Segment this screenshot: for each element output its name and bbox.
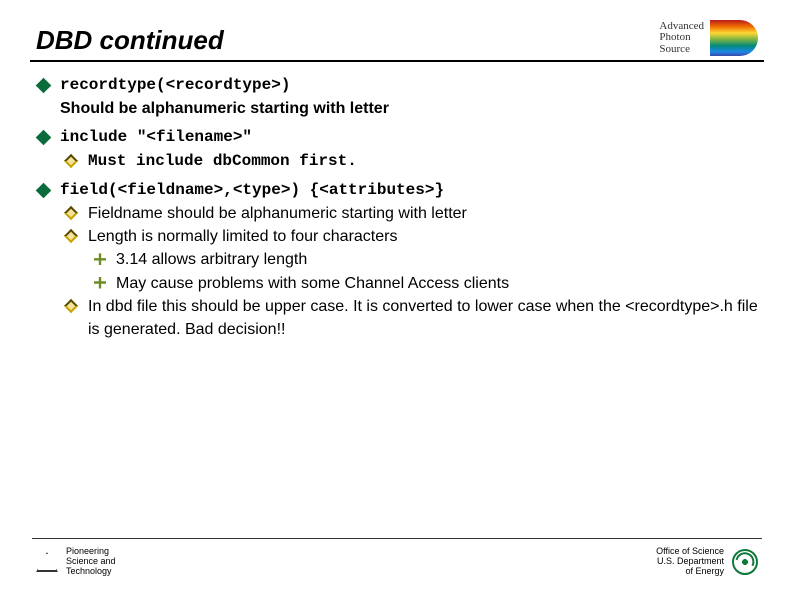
footer-left: Pioneering Science and Technology — [36, 547, 116, 577]
footer-right: Office of Science U.S. Department of Ene… — [656, 547, 758, 577]
sub-text: Fieldname should be alphanumeric startin… — [88, 202, 764, 225]
aps-logo-text: Advanced Photon Source — [659, 21, 704, 56]
aps-logo: Advanced Photon Source — [659, 20, 764, 56]
sub-sub-bullet-item: May cause problems with some Channel Acc… — [94, 272, 764, 295]
bullet-item: recordtype(<recordtype>) Should be alpha… — [38, 74, 764, 120]
sub-bullet-item: Length is normally limited to four chara… — [66, 225, 764, 295]
diamond-icon — [38, 179, 60, 196]
sub-text: In dbd file this should be upper case. I… — [88, 295, 764, 341]
footer-line: of Energy — [656, 567, 724, 577]
sub-sub-text: May cause problems with some Channel Acc… — [116, 272, 764, 295]
diamond-outline-icon — [66, 295, 88, 311]
footer-left-text: Pioneering Science and Technology — [66, 547, 116, 577]
footer: Pioneering Science and Technology Office… — [32, 538, 762, 595]
aps-logo-line3: Source — [659, 44, 704, 56]
sub-bullet-item: In dbd file this should be upper case. I… — [66, 295, 764, 341]
cross-icon — [94, 272, 116, 289]
cross-icon — [94, 248, 116, 265]
triangle-logo-icon — [36, 552, 58, 572]
header: DBD continued Advanced Photon Source — [30, 20, 764, 56]
header-divider — [30, 60, 764, 62]
diamond-outline-icon — [66, 225, 88, 241]
doe-logo-icon — [732, 549, 758, 575]
sub-text: Must include dbCommon first. — [88, 150, 764, 173]
desc-text: Should be alphanumeric starting with let… — [60, 97, 764, 120]
content: recordtype(<recordtype>) Should be alpha… — [30, 74, 764, 538]
code-text: include "<filename>" — [60, 126, 764, 149]
sub-sub-bullet-item: 3.14 allows arbitrary length — [94, 248, 764, 271]
slide-title: DBD continued — [30, 25, 224, 56]
sub-bullet-item: Must include dbCommon first. — [66, 150, 764, 173]
code-text: field(<fieldname>,<type>) {<attributes>} — [60, 179, 764, 202]
sub-sub-text: 3.14 allows arbitrary length — [116, 248, 764, 271]
diamond-outline-icon — [66, 202, 88, 218]
bullet-item: include "<filename>" Must include dbComm… — [38, 126, 764, 172]
footer-right-text: Office of Science U.S. Department of Ene… — [656, 547, 724, 577]
bullet-list: recordtype(<recordtype>) Should be alpha… — [38, 74, 764, 341]
rainbow-icon — [710, 20, 758, 56]
sub-text: Length is normally limited to four chara… — [88, 225, 764, 248]
footer-line: Technology — [66, 567, 116, 577]
code-text: recordtype(<recordtype>) — [60, 74, 764, 97]
diamond-icon — [38, 126, 60, 143]
bullet-item: field(<fieldname>,<type>) {<attributes>}… — [38, 179, 764, 341]
diamond-outline-icon — [66, 150, 88, 166]
slide: DBD continued Advanced Photon Source rec… — [0, 0, 794, 595]
sub-bullet-item: Fieldname should be alphanumeric startin… — [66, 202, 764, 225]
diamond-icon — [38, 74, 60, 91]
